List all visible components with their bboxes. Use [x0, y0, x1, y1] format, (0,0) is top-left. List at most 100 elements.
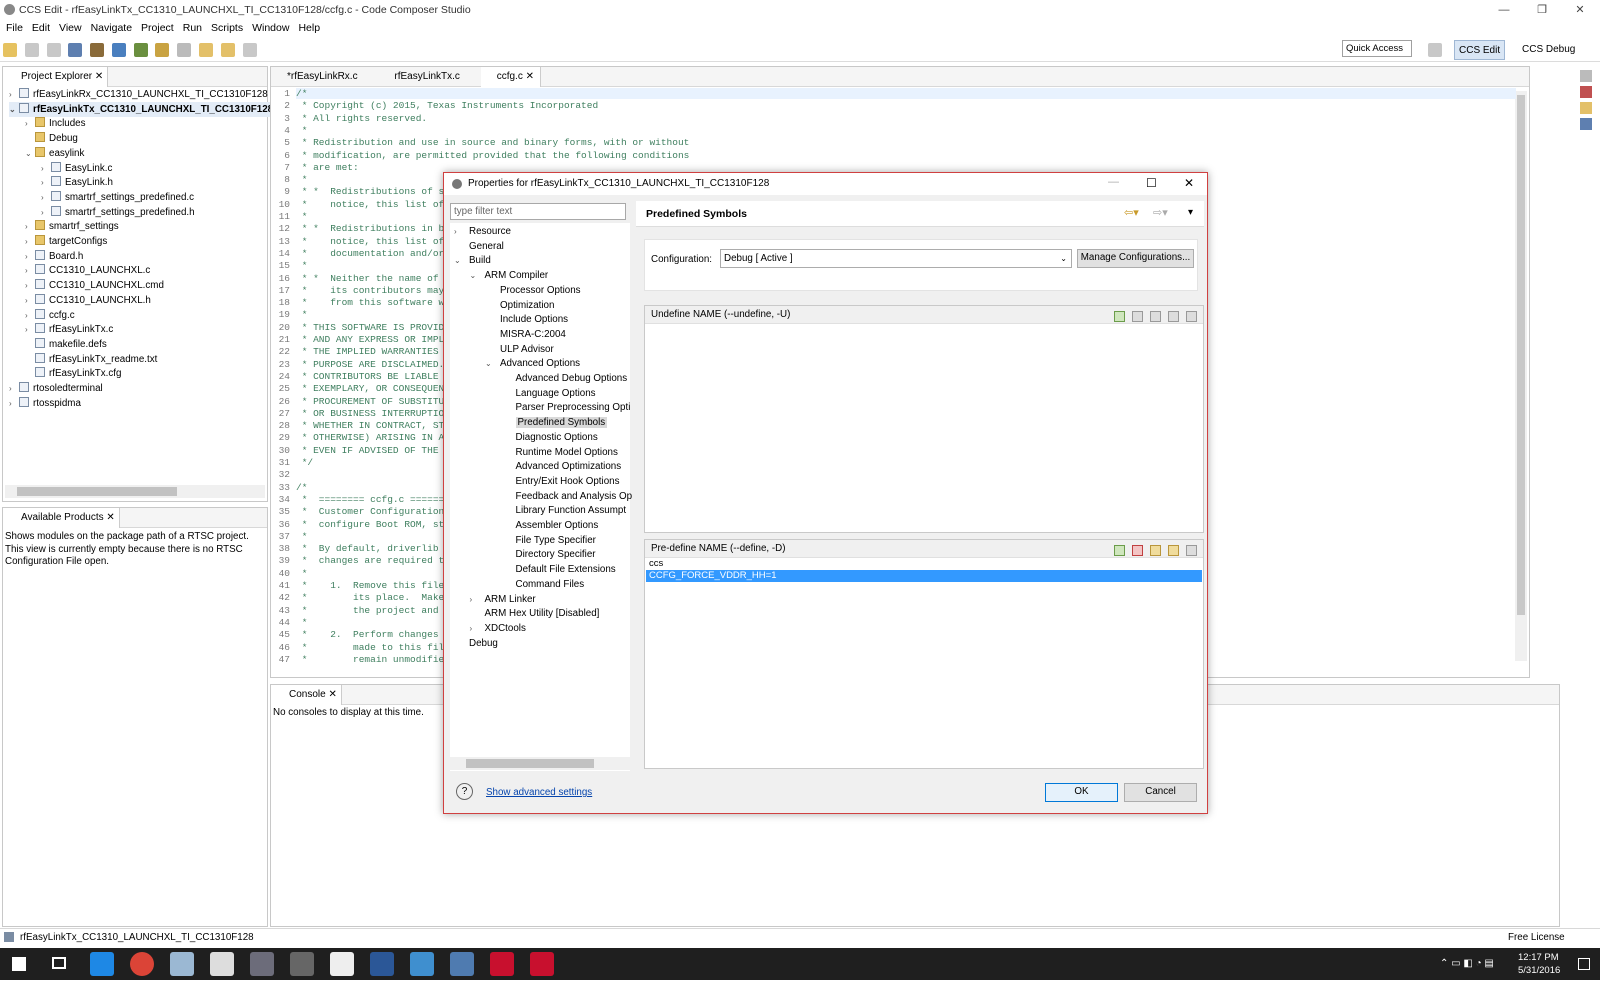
expand-arrow-icon[interactable]: › — [470, 622, 480, 636]
nav-forward-icon[interactable] — [242, 43, 257, 57]
settings-tree-item[interactable]: Runtime Model Options — [501, 446, 618, 460]
nav-back-arrow-icon[interactable]: ⇦▾ — [1124, 206, 1139, 219]
available-products-tab[interactable]: Available Products ✕ — [3, 508, 120, 528]
tab-rfeasylinkrx[interactable]: *rfEasyLinkRx.c — [271, 67, 376, 87]
editor-vscroll[interactable] — [1515, 91, 1527, 661]
powershell-icon[interactable] — [370, 952, 394, 976]
settings-tree-item[interactable]: ⌄ Advanced Options — [485, 357, 580, 371]
show-advanced-settings-link[interactable]: Show advanced settings — [486, 787, 592, 798]
app-icon-b[interactable] — [290, 952, 314, 976]
settings-tree-item[interactable]: Optimization — [485, 299, 554, 313]
new-icon[interactable] — [3, 43, 17, 57]
menu-window[interactable]: Window — [252, 20, 289, 37]
toggle-icon[interactable] — [177, 43, 192, 57]
code-line[interactable]: * documentation and/or — [296, 248, 445, 259]
settings-tree-item[interactable]: › Resource — [454, 225, 511, 239]
code-line[interactable]: * EXEMPLARY, OR CONSEQUENT — [296, 383, 450, 394]
expand-arrow-icon[interactable]: › — [9, 87, 19, 102]
settings-tree-item[interactable]: Include Options — [485, 313, 568, 327]
help-icon[interactable]: ? — [456, 783, 473, 800]
cancel-button[interactable]: Cancel — [1124, 783, 1197, 802]
filter-input[interactable]: type filter text — [450, 203, 626, 220]
move-down-icon[interactable] — [1186, 311, 1197, 322]
code-line[interactable]: /* — [296, 482, 307, 493]
code-line[interactable]: * CONTRIBUTORS BE LIABLE F — [296, 371, 450, 382]
edge-icon[interactable] — [90, 952, 114, 976]
debug-icon[interactable] — [133, 43, 148, 57]
code-line[interactable]: * AND ANY EXPRESS OR IMPLI — [296, 334, 450, 345]
menu-navigate[interactable]: Navigate — [91, 20, 132, 37]
settings-tree-item[interactable]: Parser Preprocessing Opti — [501, 401, 631, 415]
tree-item[interactable]: › CC1310_LAUNCHXL.c — [25, 263, 150, 278]
tray-icons[interactable]: ⌃ ▭ ◧ ◔ ▤ — [1440, 958, 1494, 969]
code-line[interactable]: * PROCUREMENT OF SUBSTITUT — [296, 396, 450, 407]
code-line[interactable]: * — [296, 260, 308, 271]
code-line[interactable]: * made to this fil — [296, 642, 445, 653]
expand-arrow-icon[interactable]: › — [25, 322, 35, 337]
settings-tree-item[interactable]: MISRA-C:2004 — [485, 328, 566, 342]
task-view-icon[interactable] — [52, 957, 66, 969]
code-line[interactable]: * Redistribution and use in source and b… — [296, 137, 690, 148]
add-icon[interactable] — [1114, 311, 1125, 322]
move-up-icon[interactable] — [1168, 545, 1179, 556]
delete-icon[interactable] — [1132, 311, 1143, 322]
expand-arrow-icon[interactable]: › — [25, 116, 35, 131]
expand-arrow-icon[interactable]: › — [25, 249, 35, 264]
save-icon[interactable] — [24, 43, 39, 57]
expand-arrow-icon[interactable]: ⌄ — [454, 254, 464, 268]
settings-tree-item[interactable]: Diagnostic Options — [501, 431, 598, 445]
code-line[interactable]: */ — [296, 457, 313, 468]
console-tab[interactable]: Console ✕ — [271, 685, 342, 705]
settings-tree-item[interactable]: Feedback and Analysis Op — [501, 490, 633, 504]
tree-item[interactable]: › targetConfigs — [25, 234, 107, 249]
code-line[interactable]: * EVEN IF ADVISED OF THE P — [296, 445, 450, 456]
edit-icon[interactable] — [1150, 311, 1161, 322]
expand-arrow-icon[interactable]: › — [25, 278, 35, 293]
expand-arrow-icon[interactable]: ⌄ — [9, 102, 19, 117]
menu-file[interactable]: File — [6, 20, 23, 37]
cmd-icon[interactable] — [410, 952, 434, 976]
settings-tree-item[interactable]: Assembler Options — [501, 519, 599, 533]
settings-tree-item[interactable]: Debug — [454, 637, 498, 651]
code-line[interactable]: * WHETHER IN CONTRACT, STR — [296, 420, 450, 431]
code-line[interactable]: * * Redistributions of so — [296, 186, 450, 197]
code-line[interactable]: * — [296, 617, 308, 628]
trim-icon-3[interactable] — [1580, 102, 1592, 114]
trim-icon-1[interactable] — [1580, 70, 1592, 82]
code-line[interactable]: * configure Boot ROM, sta — [296, 519, 450, 530]
code-line[interactable]: * — [296, 309, 308, 320]
move-up-icon[interactable] — [1168, 311, 1179, 322]
settings-tree-item[interactable]: › XDCtools — [470, 622, 526, 636]
tree-item[interactable]: Debug — [25, 131, 78, 146]
tree-item[interactable]: › EasyLink.h — [41, 175, 113, 190]
ok-button[interactable]: OK — [1045, 783, 1118, 802]
tree-item[interactable]: › smartrf_settings — [25, 219, 119, 234]
horizontal-scrollbar[interactable] — [5, 485, 265, 498]
code-line[interactable]: * * Neither the name of T — [296, 273, 450, 284]
settings-tree-item[interactable]: File Type Specifier — [501, 534, 596, 548]
start-icon[interactable] — [12, 957, 26, 971]
chrome-icon[interactable] — [130, 952, 154, 976]
back-icon[interactable] — [199, 43, 214, 57]
code-line[interactable]: * the project and w — [296, 605, 450, 616]
store-icon[interactable] — [210, 952, 234, 976]
app-icon-a[interactable] — [250, 952, 274, 976]
settings-tree-item[interactable]: ULP Advisor — [485, 343, 554, 357]
debug-view-icon[interactable] — [68, 43, 83, 57]
build-icon[interactable] — [90, 43, 105, 57]
menu-project[interactable]: Project — [141, 20, 174, 37]
view-menu-icon[interactable]: ▾ — [1188, 207, 1193, 218]
settings-tree-item[interactable]: Language Options — [501, 387, 596, 401]
tree-item[interactable]: › rtosoledterminal — [9, 381, 103, 396]
tree-item[interactable]: › smartrf_settings_predefined.c — [41, 190, 194, 205]
minimize-icon[interactable]: — — [1486, 0, 1522, 20]
code-line[interactable]: /* — [296, 88, 1516, 99]
delete-icon[interactable] — [1132, 545, 1143, 556]
code-line[interactable]: * By default, driverlib s — [296, 543, 450, 554]
code-line[interactable]: * All rights reserved. — [296, 113, 427, 124]
config-select[interactable]: Debug [ Active ] ⌄ — [720, 249, 1072, 268]
network-app-icon[interactable] — [450, 952, 474, 976]
code-line[interactable]: * THIS SOFTWARE IS PROVIDE — [296, 322, 450, 333]
code-line[interactable]: * 2. Perform changes t — [296, 629, 450, 640]
tree-item[interactable]: ⌄ rfEasyLinkTx_CC1310_LAUNCHXL_TI_CC1310F… — [9, 101, 274, 117]
